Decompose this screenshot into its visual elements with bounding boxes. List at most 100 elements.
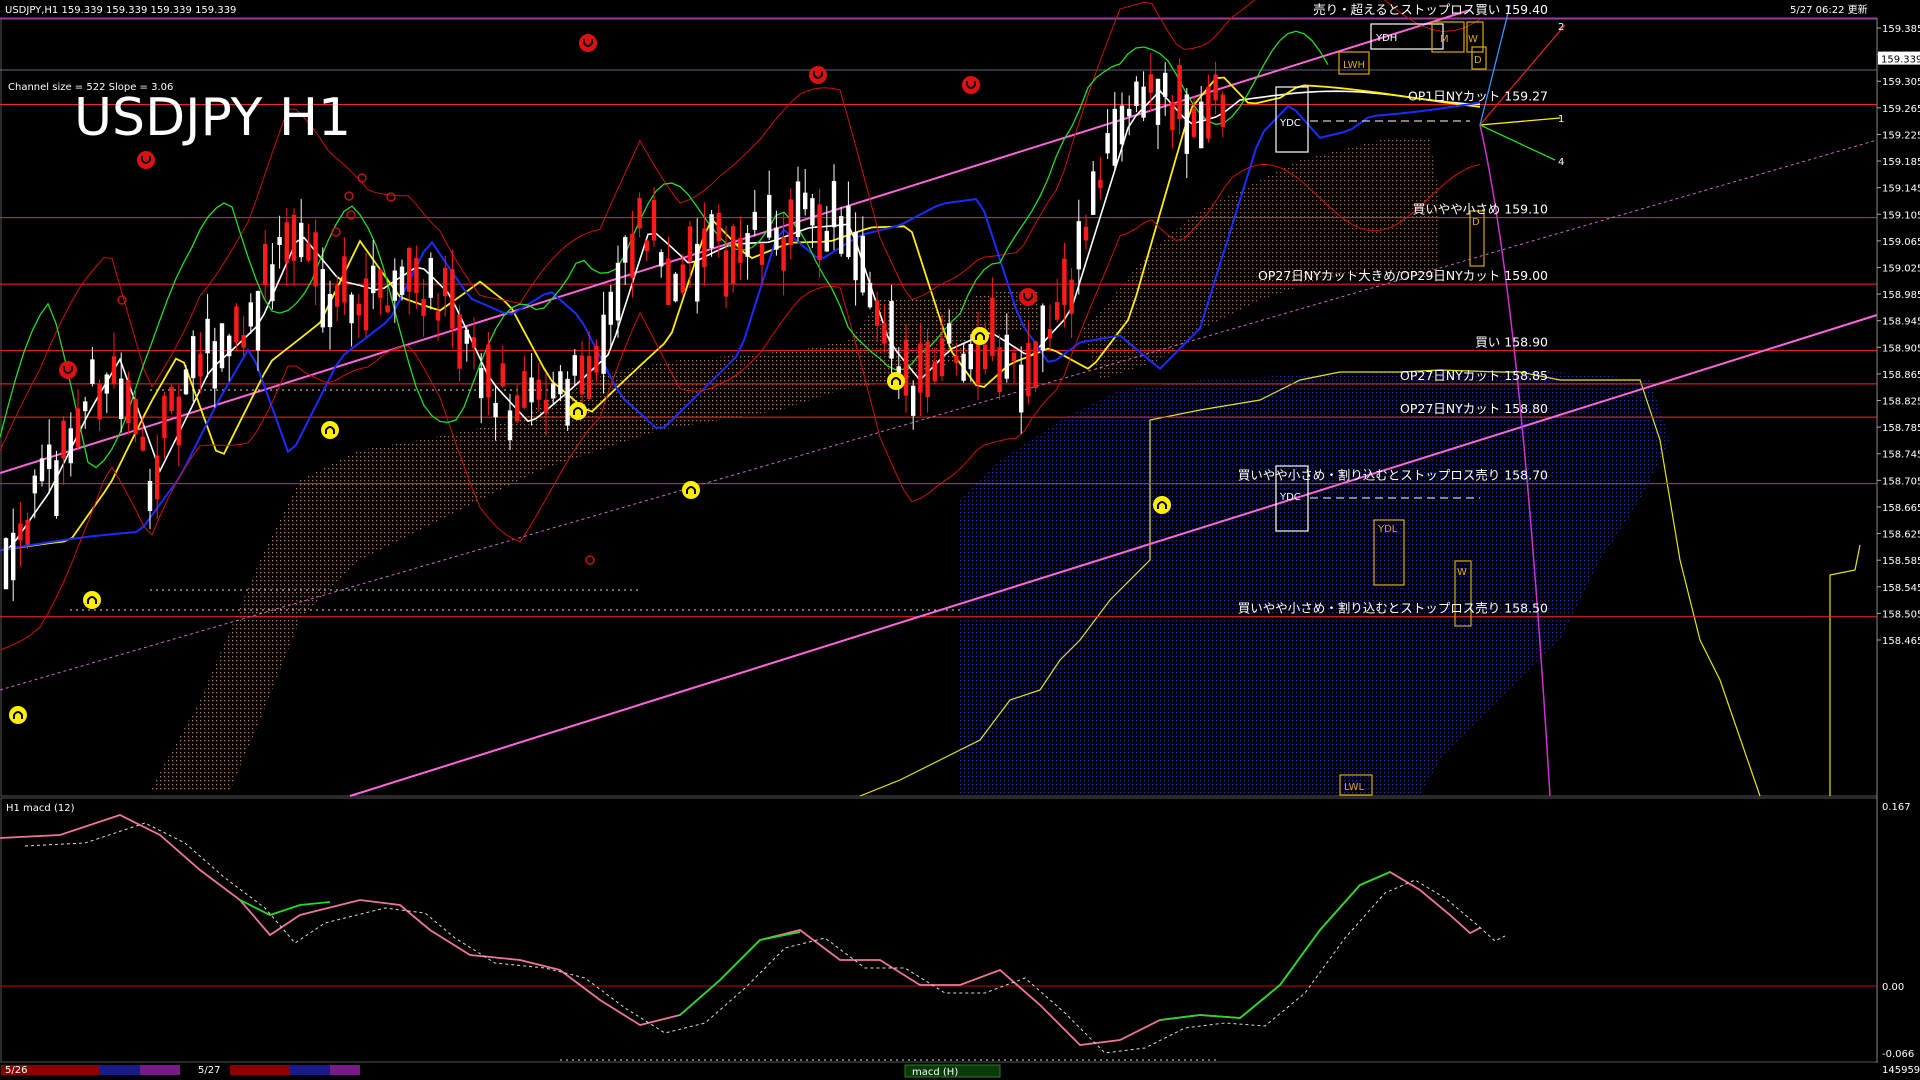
candle-body: [795, 181, 801, 238]
candle-body: [1148, 74, 1153, 93]
candle-body: [471, 337, 477, 348]
price-tick-label: 159.265: [1882, 104, 1920, 115]
chart-window[interactable]: USDJPY,H1 159.339 159.339 159.339 159.33…: [0, 0, 1920, 1080]
candle-body: [803, 192, 808, 210]
candle-body: [385, 305, 390, 313]
candle-body: [817, 204, 822, 261]
candle-body: [536, 379, 541, 400]
candle-body: [291, 214, 297, 261]
candle-body: [371, 265, 376, 294]
candle-body: [126, 379, 131, 424]
level-label-3: OP27日NYカット大きめ/OP29日NYカット 159.00: [1258, 268, 1548, 283]
candle-body: [1163, 72, 1168, 97]
candle-body: [378, 269, 383, 298]
candle-body: [11, 532, 16, 581]
candle-body: [111, 356, 117, 385]
macd-top-label: 0.167: [1882, 802, 1911, 813]
d-box-top-label: D: [1474, 55, 1482, 66]
fractal-up-icon: [83, 591, 101, 609]
candle-body: [349, 294, 354, 324]
candle-body: [522, 371, 527, 408]
price-tick-label: 158.545: [1882, 583, 1920, 594]
clock-text: 5/27 06:22 更新: [1790, 3, 1868, 16]
fractal-down-icon: [809, 66, 827, 84]
price-axis[interactable]: 159.385159.345159.305159.265159.225159.1…: [1876, 18, 1920, 1063]
candle-body: [299, 222, 304, 258]
candle-body: [716, 212, 721, 242]
candle-body: [997, 347, 1002, 393]
candle-body: [248, 302, 253, 327]
fractal-up-icon: [682, 481, 700, 499]
candle-body: [1206, 86, 1211, 139]
fan-label-2: 2: [1558, 22, 1564, 33]
candle-body: [47, 444, 52, 469]
candle-body: [529, 377, 534, 403]
candle-body: [781, 237, 786, 271]
candle-body: [968, 343, 973, 370]
level-label-8: 買いやや小さめ・割り込むとストップロス売り 158.50: [1238, 601, 1548, 616]
candle-body: [961, 353, 966, 381]
candle-body: [1011, 352, 1017, 362]
candle-body: [731, 226, 736, 285]
candle-body: [680, 264, 685, 293]
candle-body: [587, 355, 592, 399]
candle-body: [687, 226, 693, 262]
candle-body: [443, 267, 448, 297]
candle-body: [572, 355, 577, 376]
candle-body: [18, 523, 23, 541]
candle-body: [1191, 108, 1197, 137]
level-label-7: 買いやや小さめ・割り込むとストップロス売り 158.70: [1238, 468, 1548, 483]
candle-body: [1083, 226, 1089, 241]
candle-body: [752, 211, 757, 230]
price-tick-label: 158.585: [1882, 556, 1920, 567]
candle-body: [723, 250, 729, 297]
date-label-526: 5/26: [5, 1065, 27, 1076]
candle-body: [205, 318, 210, 354]
price-tick-label: 159.065: [1882, 237, 1920, 248]
level-label-5: OP27日NYカット 158.85: [1400, 368, 1548, 383]
candle-body: [911, 385, 916, 416]
candle-body: [659, 252, 664, 267]
level-label-6: OP27日NYカット 158.80: [1400, 401, 1548, 416]
candle-body: [421, 298, 426, 316]
price-tick-label: 158.465: [1882, 636, 1920, 647]
candle-body: [853, 231, 858, 281]
candle-body: [140, 436, 145, 451]
candle-body: [270, 264, 275, 302]
symbol-header: USDJPY,H1 159.339 159.339 159.339 159.33…: [5, 5, 236, 16]
candle-body: [774, 227, 779, 250]
candle-body: [306, 243, 311, 261]
candle-body: [788, 199, 793, 246]
candle-body: [615, 262, 621, 321]
price-tick-label: 159.305: [1882, 77, 1920, 88]
candle-body: [702, 228, 707, 268]
candle-body: [983, 344, 988, 370]
current-price-label: 159.339: [1881, 55, 1920, 66]
candle-body: [601, 314, 606, 374]
candle-body: [83, 401, 88, 412]
candle-body: [925, 341, 930, 398]
candle-body: [918, 343, 923, 393]
w-box-top-label: W: [1468, 34, 1478, 45]
candle-body: [759, 243, 765, 265]
fractal-up-icon: [321, 421, 339, 439]
candle-body: [932, 361, 937, 382]
level-label-0: 売り・超えるとストップロス買い 159.40: [1313, 2, 1548, 17]
candle-body: [623, 237, 628, 263]
candle-body: [1134, 81, 1139, 107]
fractal-down-icon: [1019, 288, 1037, 306]
candle-body: [435, 311, 441, 321]
macd-tab-label: macd (H): [912, 1067, 958, 1078]
candle-body: [1062, 258, 1067, 305]
candle-body: [255, 291, 261, 351]
macd-bottom-label: -0.066: [1882, 1049, 1914, 1060]
candle-body: [104, 374, 109, 394]
candle-body: [1112, 108, 1117, 166]
candle-body: [407, 247, 412, 292]
candle-body: [1220, 94, 1225, 127]
fractal-up-icon: [9, 706, 27, 724]
candle-body: [1170, 102, 1175, 131]
bar-count: 145959: [1882, 1065, 1920, 1076]
candle-body: [644, 240, 649, 252]
candle-body: [414, 257, 419, 294]
